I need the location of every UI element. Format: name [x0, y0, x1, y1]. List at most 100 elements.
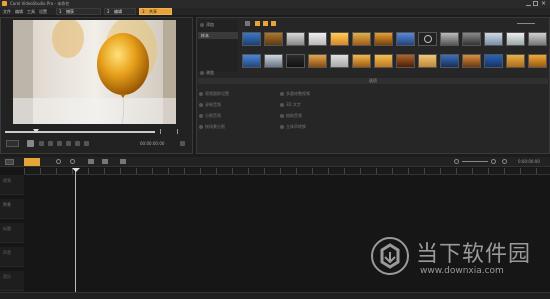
maximize-button[interactable]	[533, 1, 538, 6]
thumbnail[interactable]	[418, 54, 437, 68]
enlarge-preview-button[interactable]	[180, 141, 185, 146]
thumbnail[interactable]	[264, 32, 283, 46]
option-item[interactable]: 多重修整视频	[280, 91, 310, 97]
option-item[interactable]: 按场景分割	[199, 124, 225, 130]
option-item[interactable]: 视频跟踪设置	[199, 91, 229, 97]
redo-icon[interactable]	[70, 159, 75, 164]
undo-icon[interactable]	[56, 159, 61, 164]
watermark-brand: 当下软件园	[416, 242, 532, 267]
minimize-button[interactable]	[526, 1, 531, 6]
project-clip-switch[interactable]	[6, 140, 19, 147]
trim-markers[interactable]	[160, 129, 178, 134]
thumbnail[interactable]	[396, 54, 415, 68]
previous-button[interactable]	[48, 141, 53, 146]
player-timecode[interactable]: 00:00:00:00	[140, 141, 164, 146]
zoom-slider[interactable]	[517, 23, 535, 24]
menu-file[interactable]: 文件	[3, 9, 11, 15]
option-icon	[199, 92, 203, 96]
playhead-handle[interactable]	[72, 168, 80, 172]
thumbnail[interactable]	[242, 32, 261, 46]
option-icon	[280, 103, 284, 107]
thumbnail[interactable]	[484, 54, 503, 68]
track-header-music[interactable]: 音乐	[0, 271, 24, 291]
thumbnail[interactable]	[506, 32, 525, 46]
zoom-in-icon[interactable]	[491, 159, 496, 164]
play-button[interactable]	[27, 140, 34, 147]
thumbnail[interactable]	[264, 54, 283, 68]
menu-tools[interactable]: 工具	[27, 9, 35, 15]
tab-share-label: 共享	[149, 9, 157, 14]
media-filter-audio-icon[interactable]	[263, 21, 268, 26]
thumbnail[interactable]	[462, 54, 481, 68]
storyboard-view-button[interactable]	[5, 159, 14, 165]
timeline-playhead[interactable]	[75, 170, 76, 295]
globe-icon	[424, 35, 432, 43]
track-header-overlay[interactable]: 覆叠	[0, 199, 24, 219]
thumbnail[interactable]	[418, 32, 437, 46]
tab-capture[interactable]: 1 捕获	[56, 8, 101, 15]
media-filter-video-icon[interactable]	[245, 21, 250, 26]
tab-share[interactable]: 3 共享	[139, 8, 172, 15]
thumbnail[interactable]	[528, 32, 547, 46]
timeline-zoom-slider[interactable]	[462, 161, 488, 162]
watermark: 当下软件园 www.downxia.com	[370, 232, 550, 284]
thumbnail[interactable]	[286, 32, 305, 46]
thumbnail[interactable]	[528, 54, 547, 68]
option-item[interactable]: 立体声转换	[280, 124, 306, 130]
menu-settings[interactable]: 设置	[39, 9, 47, 15]
mixer-icon[interactable]	[102, 159, 108, 164]
sample-folder[interactable]: 样本	[198, 32, 238, 39]
thumbnail[interactable]	[308, 54, 327, 68]
media-filter-all-icon[interactable]	[271, 21, 276, 26]
option-icon	[199, 114, 203, 118]
options-header[interactable]: 选项	[198, 78, 548, 84]
timeline-horizontal-scrollbar[interactable]	[0, 292, 550, 299]
balloon-preview-image	[13, 20, 176, 124]
timeline-view-button[interactable]	[24, 158, 40, 166]
track-header-video[interactable]: 视频	[0, 175, 24, 195]
thumbnail[interactable]	[242, 54, 261, 68]
thumbnail[interactable]	[330, 54, 349, 68]
browse-row[interactable]: 浏览	[200, 70, 214, 76]
sample-folder-label: 样本	[201, 33, 209, 38]
repeat-button[interactable]	[75, 141, 80, 146]
volume-button[interactable]	[84, 141, 89, 146]
tab-edit[interactable]: 2 编辑	[104, 8, 136, 15]
thumbnail[interactable]	[374, 54, 393, 68]
timeline-timecode[interactable]: 0:00:00:00	[518, 159, 540, 164]
thumbnail[interactable]	[330, 32, 349, 46]
record-icon[interactable]	[88, 159, 94, 164]
option-icon	[280, 114, 284, 118]
fit-project-icon[interactable]	[502, 159, 507, 164]
thumbnail[interactable]	[352, 54, 371, 68]
option-item[interactable]: 录制音频	[199, 102, 221, 108]
thumbnail[interactable]	[440, 54, 459, 68]
option-item[interactable]: 分割音频	[199, 113, 221, 119]
end-button[interactable]	[66, 141, 71, 146]
option-item[interactable]: 3D 文字	[280, 102, 301, 108]
next-button[interactable]	[57, 141, 62, 146]
playback-scrubber[interactable]	[5, 131, 155, 133]
media-filter-image-icon[interactable]	[255, 21, 260, 26]
add-folder-row[interactable]: 添加	[200, 22, 214, 28]
home-button[interactable]	[39, 141, 44, 146]
thumbnail[interactable]	[506, 54, 525, 68]
option-item[interactable]: 抽取音频	[280, 113, 302, 119]
thumbnail[interactable]	[484, 32, 503, 46]
thumbnail[interactable]	[352, 32, 371, 46]
track-header-voice[interactable]: 声音	[0, 247, 24, 267]
menu-edit[interactable]: 编辑	[15, 9, 23, 15]
thumbnail[interactable]	[462, 32, 481, 46]
video-preview[interactable]	[13, 20, 176, 124]
thumbnail[interactable]	[286, 54, 305, 68]
thumbnail[interactable]	[374, 32, 393, 46]
close-button[interactable]: ×	[541, 0, 548, 7]
scrubber-handle[interactable]	[33, 129, 39, 133]
thumbnail[interactable]	[440, 32, 459, 46]
track-header-title[interactable]: 标题	[0, 223, 24, 243]
auto-music-icon[interactable]	[120, 159, 126, 164]
zoom-out-icon[interactable]	[454, 159, 459, 164]
thumbnail[interactable]	[308, 32, 327, 46]
thumbnail[interactable]	[396, 32, 415, 46]
timeline-ruler[interactable]	[24, 168, 550, 175]
